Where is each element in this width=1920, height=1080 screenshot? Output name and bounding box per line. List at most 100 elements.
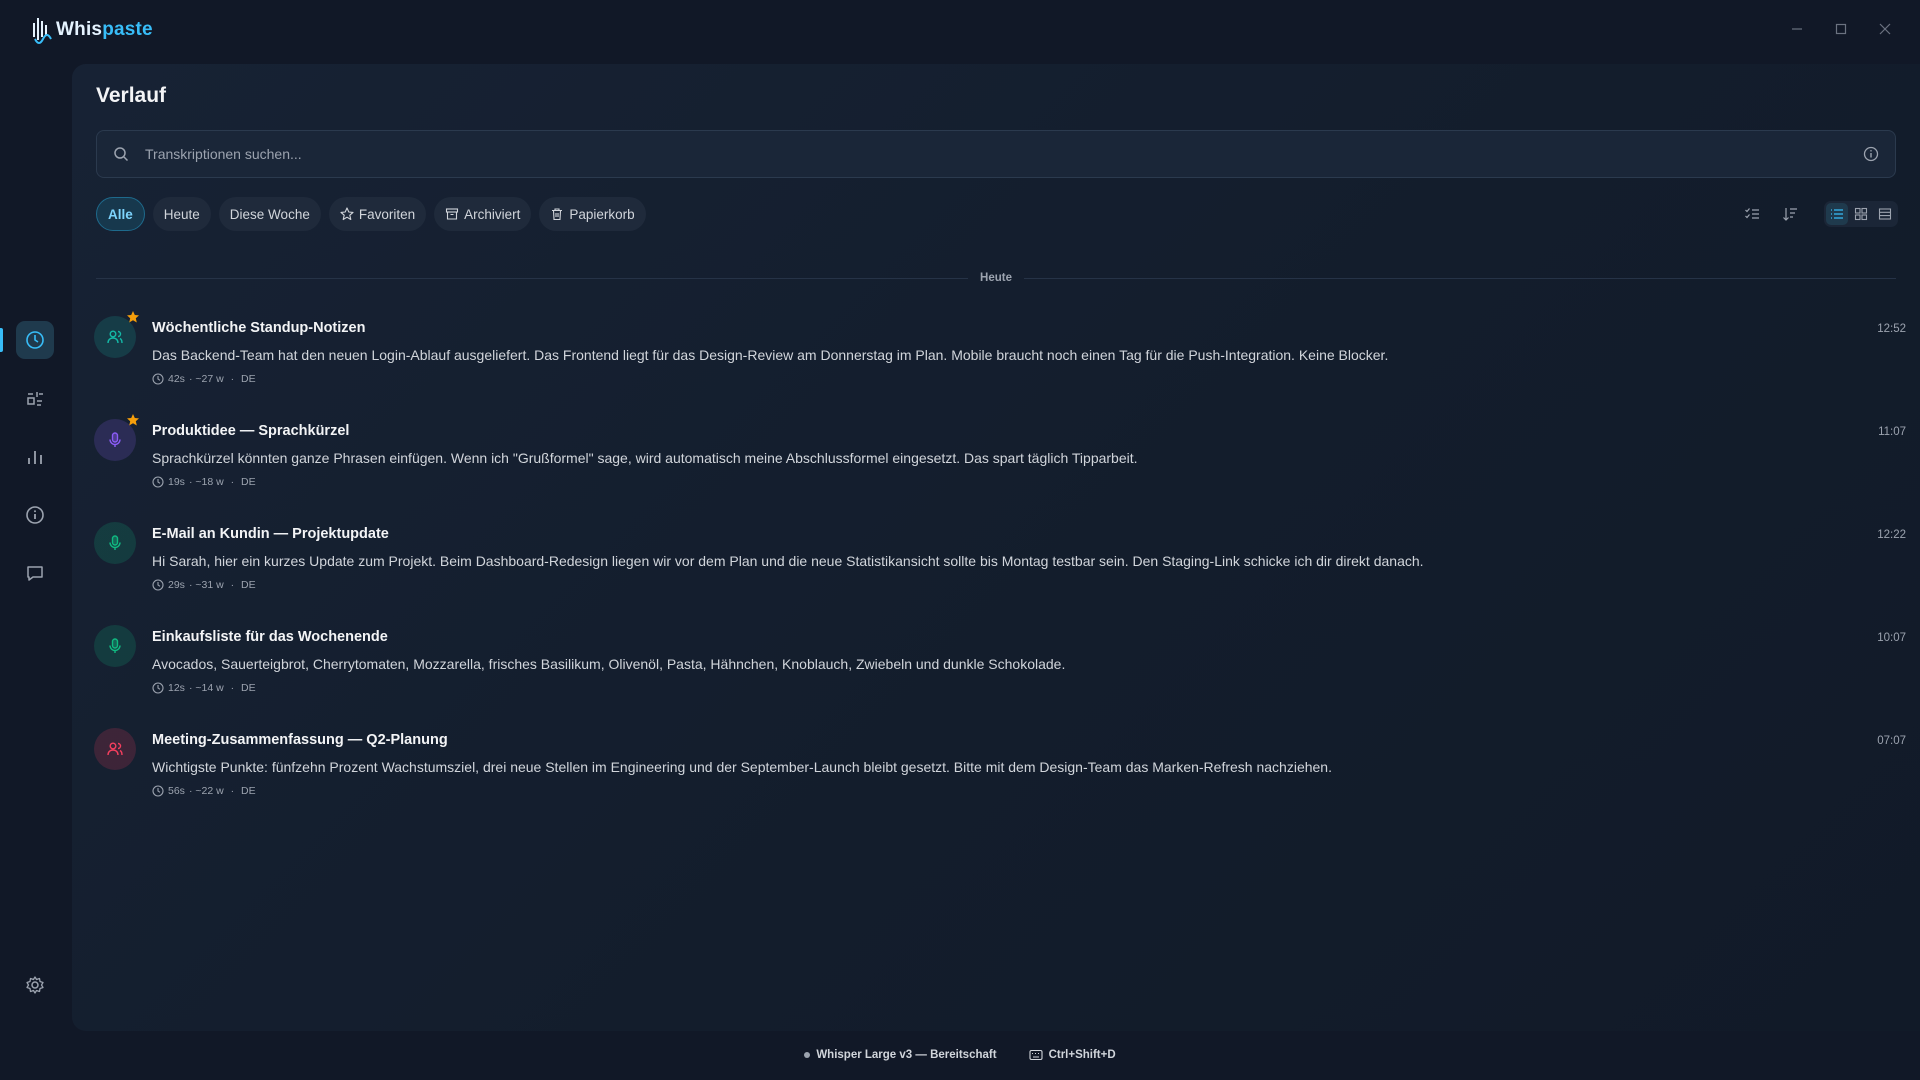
list-icon — [1831, 209, 1843, 219]
entry-title: E-Mail an Kundin — Projektupdate — [152, 526, 389, 542]
bar-chart-icon — [28, 451, 42, 464]
sidebar — [0, 62, 72, 1030]
entry-title: Produktidee — Sprachkürzel — [152, 423, 350, 439]
entry-title: Meeting-Zusammenfassung — Q2-Planung — [152, 732, 448, 748]
star-icon — [340, 207, 354, 221]
filter-chip-this-week[interactable]: Diese Woche — [218, 197, 321, 231]
list-item[interactable]: Wöchentliche Standup-Notizen Das Backend… — [90, 300, 1906, 396]
shortcut-hint: Ctrl+Shift+D — [1029, 1049, 1116, 1061]
entry-duration: 19s — [168, 476, 185, 488]
gear-icon — [26, 976, 44, 994]
search-input[interactable] — [145, 146, 1863, 162]
main-panel: Verlauf Alle Heute Diese Woche Favoriten… — [72, 64, 1920, 1031]
clock-icon — [152, 476, 164, 488]
select-mode-button[interactable] — [1738, 201, 1766, 227]
filter-chip-all[interactable]: Alle — [96, 197, 145, 231]
filter-label: Alle — [108, 206, 133, 222]
compact-view-button[interactable] — [1874, 203, 1896, 225]
app-name: Whispaste — [56, 19, 153, 40]
grid-icon — [1854, 207, 1868, 221]
entry-language: DE — [241, 476, 256, 488]
sidebar-item-snippets[interactable] — [16, 380, 54, 418]
entry-text: Wichtigste Punkte: fünfzehn Prozent Wach… — [152, 759, 1332, 775]
entry-text: Das Backend-Team hat den neuen Login-Abl… — [152, 347, 1389, 363]
sidebar-item-settings[interactable] — [16, 966, 54, 1004]
list-item[interactable]: Einkaufsliste für das Wochenende Avocado… — [90, 609, 1906, 705]
entry-time: 12:22 — [1877, 529, 1906, 541]
favorite-star-icon[interactable] — [126, 310, 140, 324]
grid-view-button[interactable] — [1850, 203, 1872, 225]
info-icon[interactable] — [1863, 146, 1879, 162]
entry-meta: 42s · ~27 w · DE — [152, 373, 256, 385]
sort-button[interactable] — [1776, 201, 1804, 227]
clock-icon — [152, 579, 164, 591]
entry-text: Avocados, Sauerteigbrot, Cherrytomaten, … — [152, 656, 1066, 672]
shortcut-text: Ctrl+Shift+D — [1048, 1049, 1116, 1061]
title-bar: Whispaste — [0, 0, 1920, 62]
filter-chip-trash[interactable]: Papierkorb — [539, 197, 646, 231]
message-icon — [27, 566, 43, 581]
clock-icon — [152, 785, 164, 797]
snippets-icon — [27, 392, 43, 406]
meta-separator: · — [227, 682, 238, 694]
entry-meta: 19s · ~18 w · DE — [152, 476, 256, 488]
meta-separator: · — [227, 373, 238, 385]
status-dot — [804, 1052, 811, 1058]
entry-language: DE — [241, 373, 256, 385]
keyboard-icon — [1029, 1049, 1043, 1061]
trash-icon — [552, 208, 563, 221]
view-toggle — [1824, 201, 1898, 227]
entry-meta: 12s · ~14 w · DE — [152, 682, 256, 694]
sidebar-item-info[interactable] — [16, 496, 54, 534]
entry-duration: 12s — [168, 682, 185, 694]
clock-icon — [152, 373, 164, 385]
table-icon — [1878, 208, 1892, 220]
app-logo: Whispaste — [32, 15, 153, 45]
filter-chip-favorites[interactable]: Favoriten — [328, 197, 427, 231]
filter-chip-archived[interactable]: Archiviert — [434, 197, 532, 231]
archive-icon — [446, 208, 459, 220]
meta-separator: · — [227, 579, 238, 591]
sidebar-item-statistics[interactable] — [16, 438, 54, 476]
waveform-logo-icon — [33, 18, 52, 44]
minimize-icon[interactable] — [1788, 20, 1806, 38]
info-icon — [26, 506, 44, 524]
model-status: Whisper Large v3 — Bereitschaft — [804, 1049, 997, 1061]
active-nav-indicator — [0, 328, 3, 352]
maximize-icon[interactable] — [1832, 20, 1850, 38]
date-group-label: Heute — [980, 272, 1012, 284]
entry-meta: 29s · ~31 w · DE — [152, 579, 256, 591]
close-icon[interactable] — [1876, 20, 1894, 38]
filter-chips: Alle Heute Diese Woche Favoriten Archivi… — [96, 197, 646, 231]
entry-duration: 56s — [168, 785, 185, 797]
list-item[interactable]: E-Mail an Kundin — Projektupdate Hi Sara… — [90, 506, 1906, 602]
page-title: Verlauf — [96, 84, 167, 107]
list-view-button[interactable] — [1826, 203, 1848, 225]
entry-time: 12:52 — [1877, 323, 1906, 335]
filter-label: Archiviert — [464, 206, 521, 222]
meta-separator: · — [227, 785, 238, 797]
sidebar-item-history[interactable] — [16, 321, 54, 359]
filter-chip-today[interactable]: Heute — [152, 197, 211, 231]
entry-language: DE — [241, 785, 256, 797]
sidebar-item-feedback[interactable] — [16, 554, 54, 592]
users-avatar-icon — [94, 728, 136, 770]
clock-icon — [26, 331, 44, 349]
favorite-star-icon[interactable] — [126, 413, 140, 427]
status-bar: Whisper Large v3 — Bereitschaft Ctrl+Shi… — [0, 1040, 1920, 1070]
entry-duration: 42s — [168, 373, 185, 385]
entry-word-count: · ~18 w — [188, 476, 224, 488]
entry-text: Sprachkürzel könnten ganze Phrasen einfü… — [152, 450, 1138, 466]
entry-word-count: · ~14 w — [188, 682, 224, 694]
view-toolbar — [1738, 201, 1898, 227]
list-item[interactable]: Produktidee — Sprachkürzel Sprachkürzel … — [90, 403, 1906, 499]
entry-language: DE — [241, 682, 256, 694]
list-item[interactable]: Meeting-Zusammenfassung — Q2-Planung Wic… — [90, 712, 1906, 808]
entry-title: Einkaufsliste für das Wochenende — [152, 629, 388, 645]
entry-word-count: · ~31 w — [188, 579, 224, 591]
search-icon — [114, 147, 129, 162]
date-group-divider: Heute — [96, 272, 1897, 284]
filter-label: Favoriten — [358, 206, 416, 222]
filter-label: Heute — [163, 206, 200, 222]
clock-icon — [152, 682, 164, 694]
